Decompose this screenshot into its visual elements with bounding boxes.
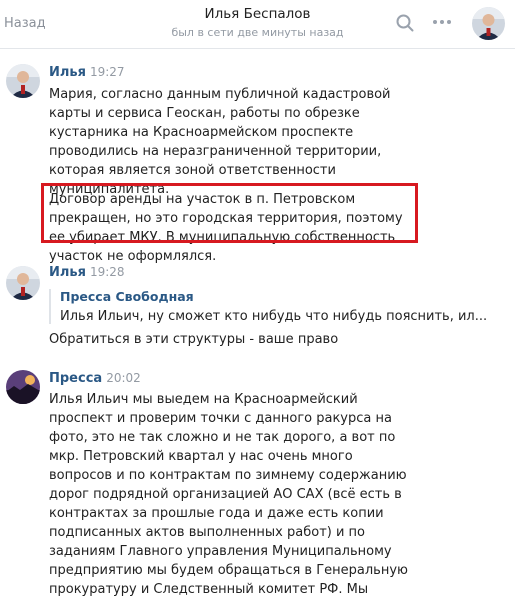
search-icon[interactable] — [396, 14, 414, 36]
message-text: Илья Ильич мы выедем на Красноармейский … — [49, 392, 408, 597]
more-icon[interactable] — [431, 13, 453, 35]
author-name[interactable]: Илья — [49, 265, 86, 280]
message-text: Мария, согласно данным публичной кадастр… — [49, 87, 391, 197]
author-name[interactable]: Илья — [49, 65, 86, 80]
message-author[interactable]: Илья 19:28 — [49, 265, 125, 280]
message-author[interactable]: Илья 19:27 — [49, 65, 125, 80]
chat-header: Назад Илья Беспалов был в сети две минут… — [0, 0, 515, 49]
avatar[interactable] — [6, 370, 40, 404]
message-time: 19:27 — [89, 65, 125, 79]
message-time: 19:28 — [89, 265, 125, 279]
author-name[interactable]: Пресса — [49, 371, 102, 386]
message-time: 20:02 — [106, 371, 141, 385]
message-text: Обратиться в эти структуры - ваше право — [49, 332, 339, 347]
highlight-frame — [41, 183, 418, 243]
avatar[interactable] — [6, 64, 40, 98]
message-author[interactable]: Пресса 20:02 — [49, 371, 141, 386]
avatar[interactable] — [6, 266, 40, 300]
avatar[interactable] — [472, 7, 505, 40]
quote-author[interactable]: Пресса Свободная — [60, 289, 487, 304]
reply-quote[interactable]: Пресса Свободная Илья Ильич, ну сможет к… — [49, 289, 487, 324]
quote-text: Илья Ильич, ну сможет кто нибудь что ниб… — [60, 309, 488, 324]
